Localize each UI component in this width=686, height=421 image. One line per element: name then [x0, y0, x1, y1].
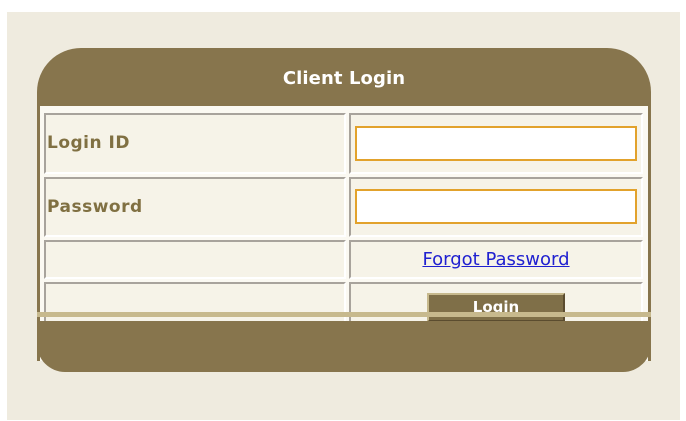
forgot-password-link[interactable]: Forgot Password — [422, 249, 569, 270]
client-login-box: Client Login Login ID Password Forgot Pa… — [37, 48, 651, 372]
password-row: Password — [44, 176, 643, 237]
forgot-password-cell: Forgot Password — [349, 240, 643, 279]
login-id-input[interactable] — [355, 125, 637, 161]
login-id-input-cell — [349, 113, 643, 174]
login-id-label-cell: Login ID — [44, 113, 346, 174]
login-button[interactable]: Login — [427, 292, 565, 322]
password-input-cell — [349, 176, 643, 237]
page: Client Login Login ID Password Forgot Pa… — [0, 0, 686, 421]
login-form-table: Login ID Password Forgot Password Login — [41, 110, 646, 336]
login-footer — [37, 321, 651, 372]
footer-highlight-strip — [37, 312, 651, 317]
login-header: Client Login — [37, 48, 651, 106]
login-id-label: Login ID — [47, 133, 130, 154]
password-label-cell: Password — [44, 176, 346, 237]
empty-cell-forgot-row — [44, 240, 346, 279]
password-label: Password — [47, 196, 143, 217]
forgot-password-row: Forgot Password — [44, 240, 643, 279]
login-id-row: Login ID — [44, 113, 643, 174]
password-input[interactable] — [355, 189, 637, 225]
login-title: Client Login — [282, 68, 406, 89]
